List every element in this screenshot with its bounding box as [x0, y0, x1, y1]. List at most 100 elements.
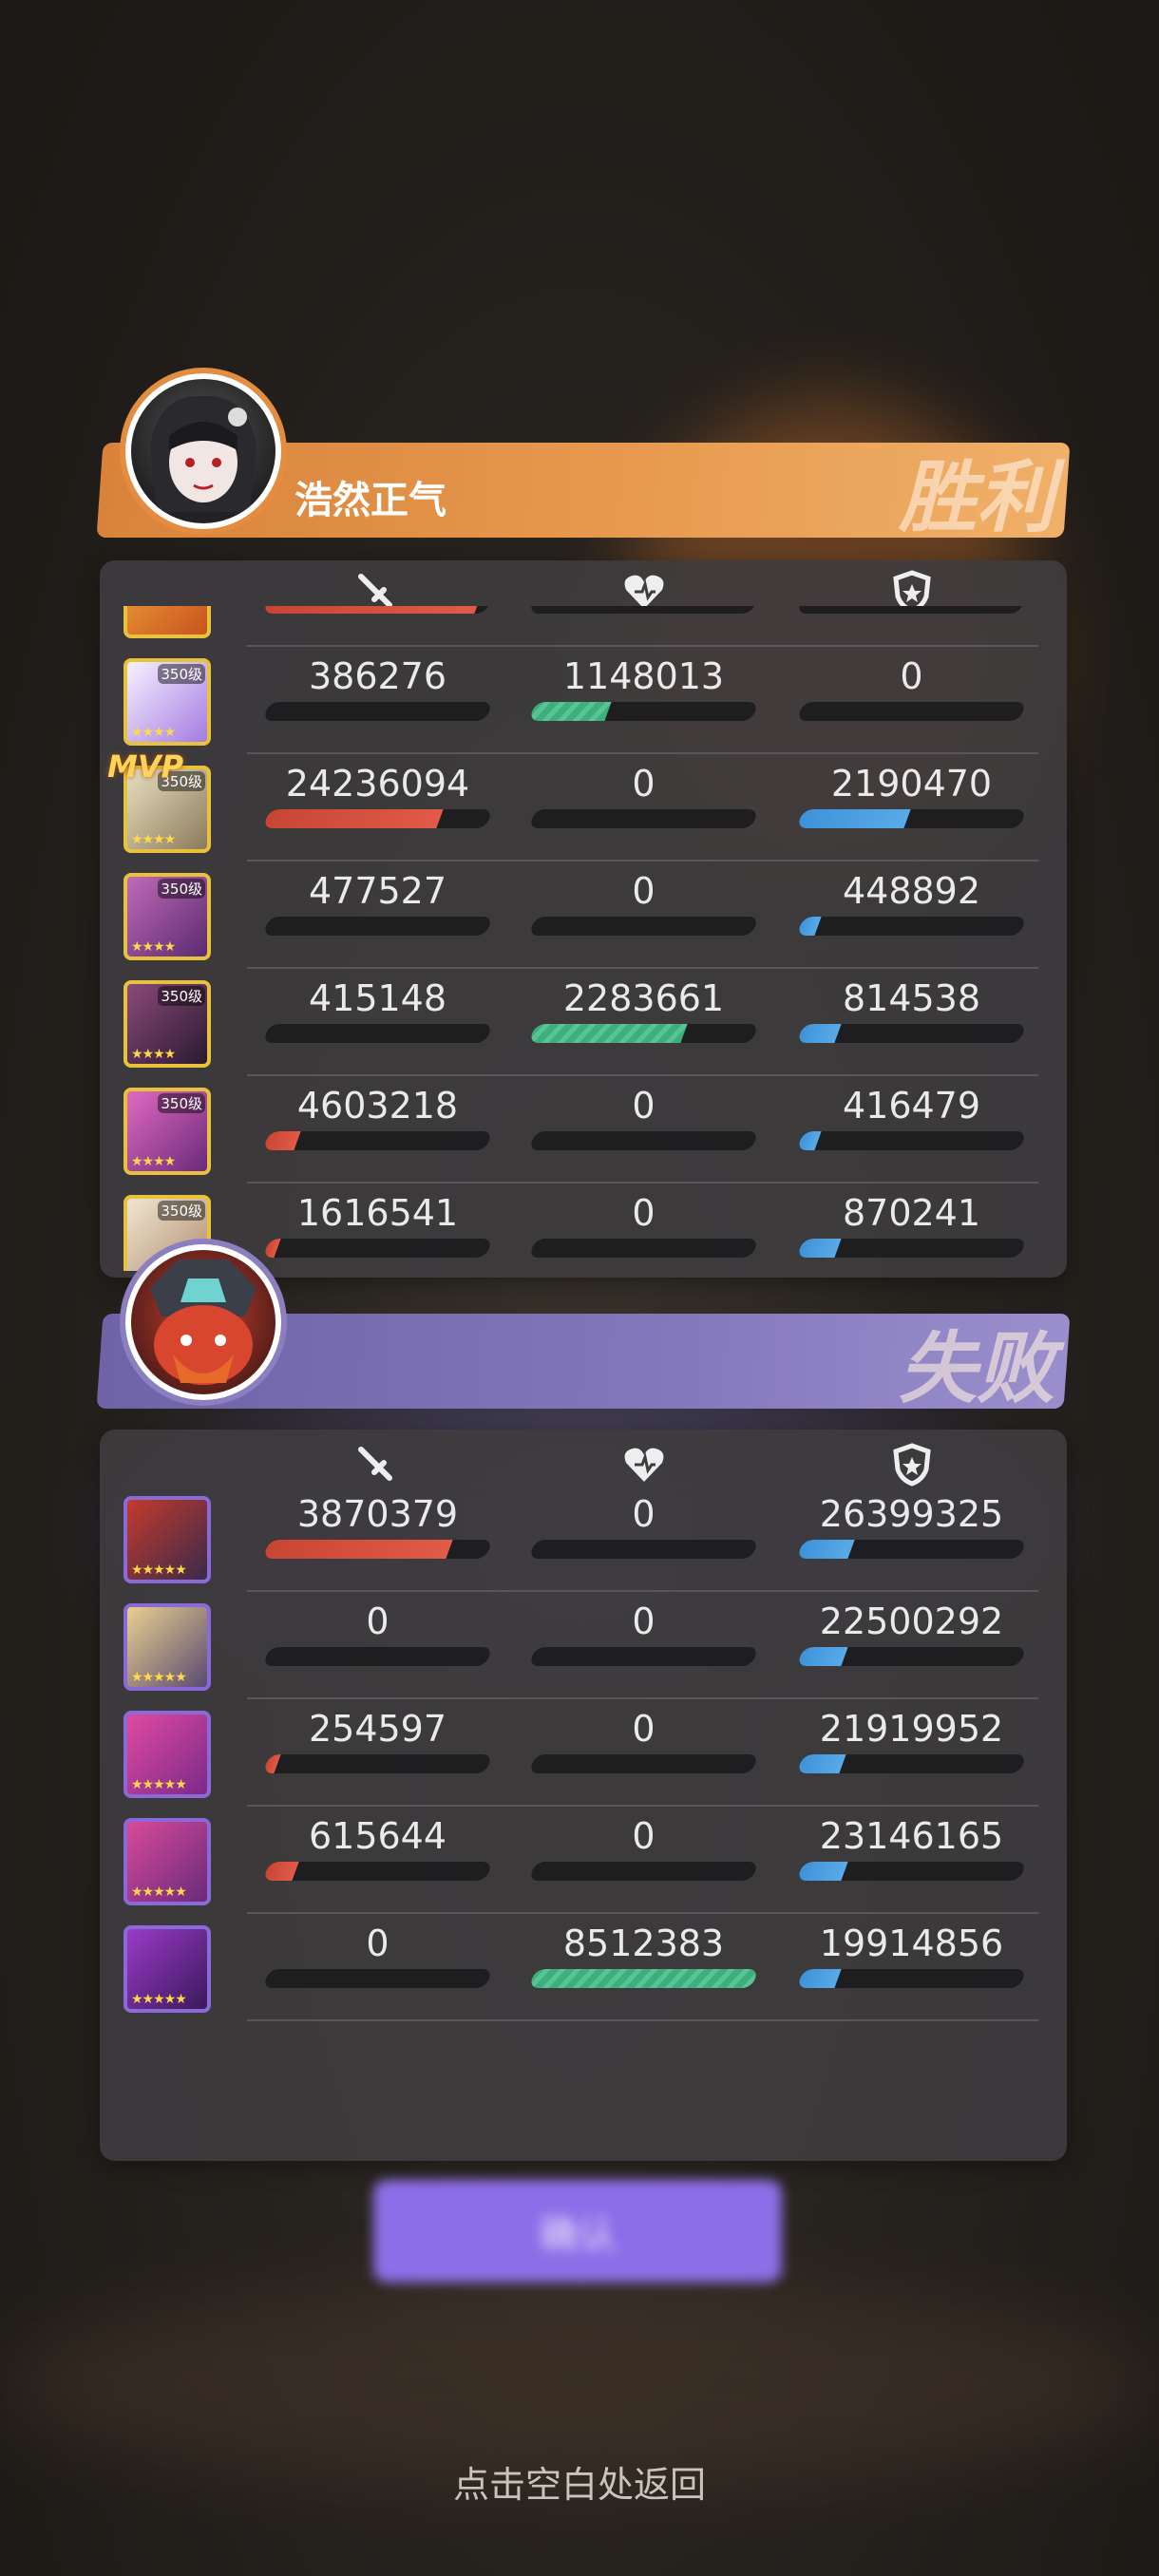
heal-value: 0: [632, 1192, 656, 1234]
confirm-label: 确认: [540, 2213, 616, 2257]
damage-bar: [262, 1131, 493, 1150]
shield-bar: [796, 606, 1027, 614]
hero-level: 350级: [158, 879, 205, 899]
damage-value: 0: [366, 1601, 390, 1642]
lose-team-avatar: [125, 1244, 281, 1400]
shield-value: 26399325: [819, 1493, 1004, 1535]
team-name: 浩然正气: [294, 479, 446, 522]
hero-stars: ★★★★★: [131, 1992, 187, 2007]
hero-level: 350级: [158, 664, 205, 684]
shield-bar: [796, 1131, 1027, 1150]
damage-value: 386276: [308, 655, 447, 697]
hero-stars: ★★★★: [131, 1154, 176, 1169]
damage-value: 254597: [308, 1708, 447, 1750]
win-stats-panel[interactable]: 350级 ★★★★ 386276 1148013 0 350级 ★★★★ MVP…: [100, 560, 1067, 1278]
heal-bar: [528, 1754, 759, 1773]
shield-bar: [796, 1862, 1027, 1881]
sword-icon: [352, 1441, 400, 1488]
shield-bar: [796, 809, 1027, 828]
lose-stats-panel[interactable]: ★★★★★ 3870379 0 26399325 ★★★★★ 0 0 22500…: [100, 1430, 1067, 2161]
damage-bar: [262, 1862, 493, 1881]
hero-portrait[interactable]: ★★★★★: [124, 1603, 211, 1691]
damage-value: 0: [366, 1923, 390, 1964]
shield-value: 22500292: [819, 1601, 1004, 1642]
heal-bar: [528, 1540, 759, 1559]
heal-bar: [528, 1647, 759, 1666]
damage-value: 4603218: [296, 1085, 459, 1127]
hero-stars: ★★★★★: [131, 1885, 187, 1900]
table-row: 350级 ★★★★ MVP 24236094 0 2190470: [100, 748, 1067, 862]
heal-value: 0: [632, 1493, 656, 1535]
hero-portrait[interactable]: 350级 ★★★★: [124, 980, 211, 1068]
table-row: 350级 ★★★★ 386276 1148013 0: [100, 647, 1067, 754]
table-row: [100, 606, 1067, 647]
heal-value: 0: [632, 870, 656, 912]
table-row: 350级 ★★★★ 4603218 0 416479: [100, 1076, 1067, 1184]
shield-bar: [796, 1024, 1027, 1043]
shield-value: 2190470: [830, 763, 993, 805]
damage-bar: [262, 1647, 493, 1666]
hero-stars: ★★★★: [131, 832, 176, 847]
heal-value: 0: [632, 1601, 656, 1642]
hero-portrait[interactable]: ★★★★★: [124, 1925, 211, 2013]
win-team-avatar: [125, 373, 281, 529]
shield-value: 23146165: [819, 1815, 1004, 1857]
damage-bar: [262, 1540, 493, 1559]
lose-result-label: 失败: [899, 1322, 1054, 1414]
hero-level: 350级: [158, 1201, 205, 1221]
hero-portrait: [124, 606, 211, 638]
damage-value: 24236094: [285, 763, 470, 805]
table-row: 350级 ★★★★ 477527 0 448892: [100, 862, 1067, 969]
hero-portrait[interactable]: ★★★★★: [124, 1818, 211, 1905]
heal-bar: [528, 1239, 759, 1258]
hero-portrait[interactable]: 350级 ★★★★: [124, 1088, 211, 1175]
damage-bar: [262, 917, 493, 936]
heal-bar: [528, 1131, 759, 1150]
damage-bar: [262, 1239, 493, 1258]
win-rows-scroll[interactable]: 350级 ★★★★ 386276 1148013 0 350级 ★★★★ MVP…: [100, 606, 1067, 1271]
shield-value: 21919952: [819, 1708, 1004, 1750]
heal-value: 8512383: [562, 1923, 725, 1964]
heal-value: 1148013: [562, 655, 725, 697]
hero-portrait[interactable]: 350级 ★★★★: [124, 658, 211, 746]
shield-bar: [796, 1239, 1027, 1258]
shield-bar: [796, 1969, 1027, 1988]
hero-stars: ★★★★: [131, 939, 176, 955]
heal-value: 0: [632, 763, 656, 805]
shield-bar: [796, 1647, 1027, 1666]
heart-icon: [620, 1441, 668, 1488]
heal-bar: [528, 917, 759, 936]
heal-bar: [528, 1862, 759, 1881]
damage-value: 615644: [308, 1815, 447, 1857]
hero-portrait[interactable]: ★★★★★: [124, 1496, 211, 1583]
table-row: 350级 ★★★★ 415148 2283661 814538: [100, 969, 1067, 1076]
tap-to-return-hint[interactable]: 点击空白处返回: [0, 2455, 1159, 2508]
win-result-label: 胜利: [899, 451, 1054, 543]
heal-bar: [528, 1969, 759, 1988]
shield-bar: [796, 702, 1027, 721]
table-row: ★★★★★ 0 0 22500292: [100, 1592, 1067, 1699]
hero-stars: ★★★★★: [131, 1670, 187, 1685]
confirm-button[interactable]: 确认: [373, 2180, 782, 2282]
damage-bar: [262, 1754, 493, 1773]
hero-level: 350级: [158, 986, 205, 1006]
shield-value: 870241: [842, 1192, 981, 1234]
heal-value: 0: [632, 1708, 656, 1750]
table-row: ★★★★★ 0 8512383 19914856: [100, 1914, 1067, 2021]
damage-bar: [262, 702, 493, 721]
damage-value: 415148: [308, 977, 447, 1019]
heal-bar: [528, 809, 759, 828]
damage-bar: [262, 1969, 493, 1988]
row-divider: [247, 2019, 1038, 2021]
hero-portrait[interactable]: ★★★★★: [124, 1711, 211, 1798]
heal-bar: [528, 1024, 759, 1043]
mvp-badge: MVP: [107, 748, 184, 785]
table-row: ★★★★★ 615644 0 23146165: [100, 1807, 1067, 1914]
damage-value: 3870379: [296, 1493, 459, 1535]
shield-bar: [796, 1540, 1027, 1559]
damage-value: 1616541: [296, 1192, 459, 1234]
damage-value: 477527: [308, 870, 447, 912]
hero-portrait[interactable]: 350级 ★★★★: [124, 873, 211, 960]
shield-value: 0: [900, 655, 923, 697]
hero-stars: ★★★★★: [131, 1777, 187, 1792]
